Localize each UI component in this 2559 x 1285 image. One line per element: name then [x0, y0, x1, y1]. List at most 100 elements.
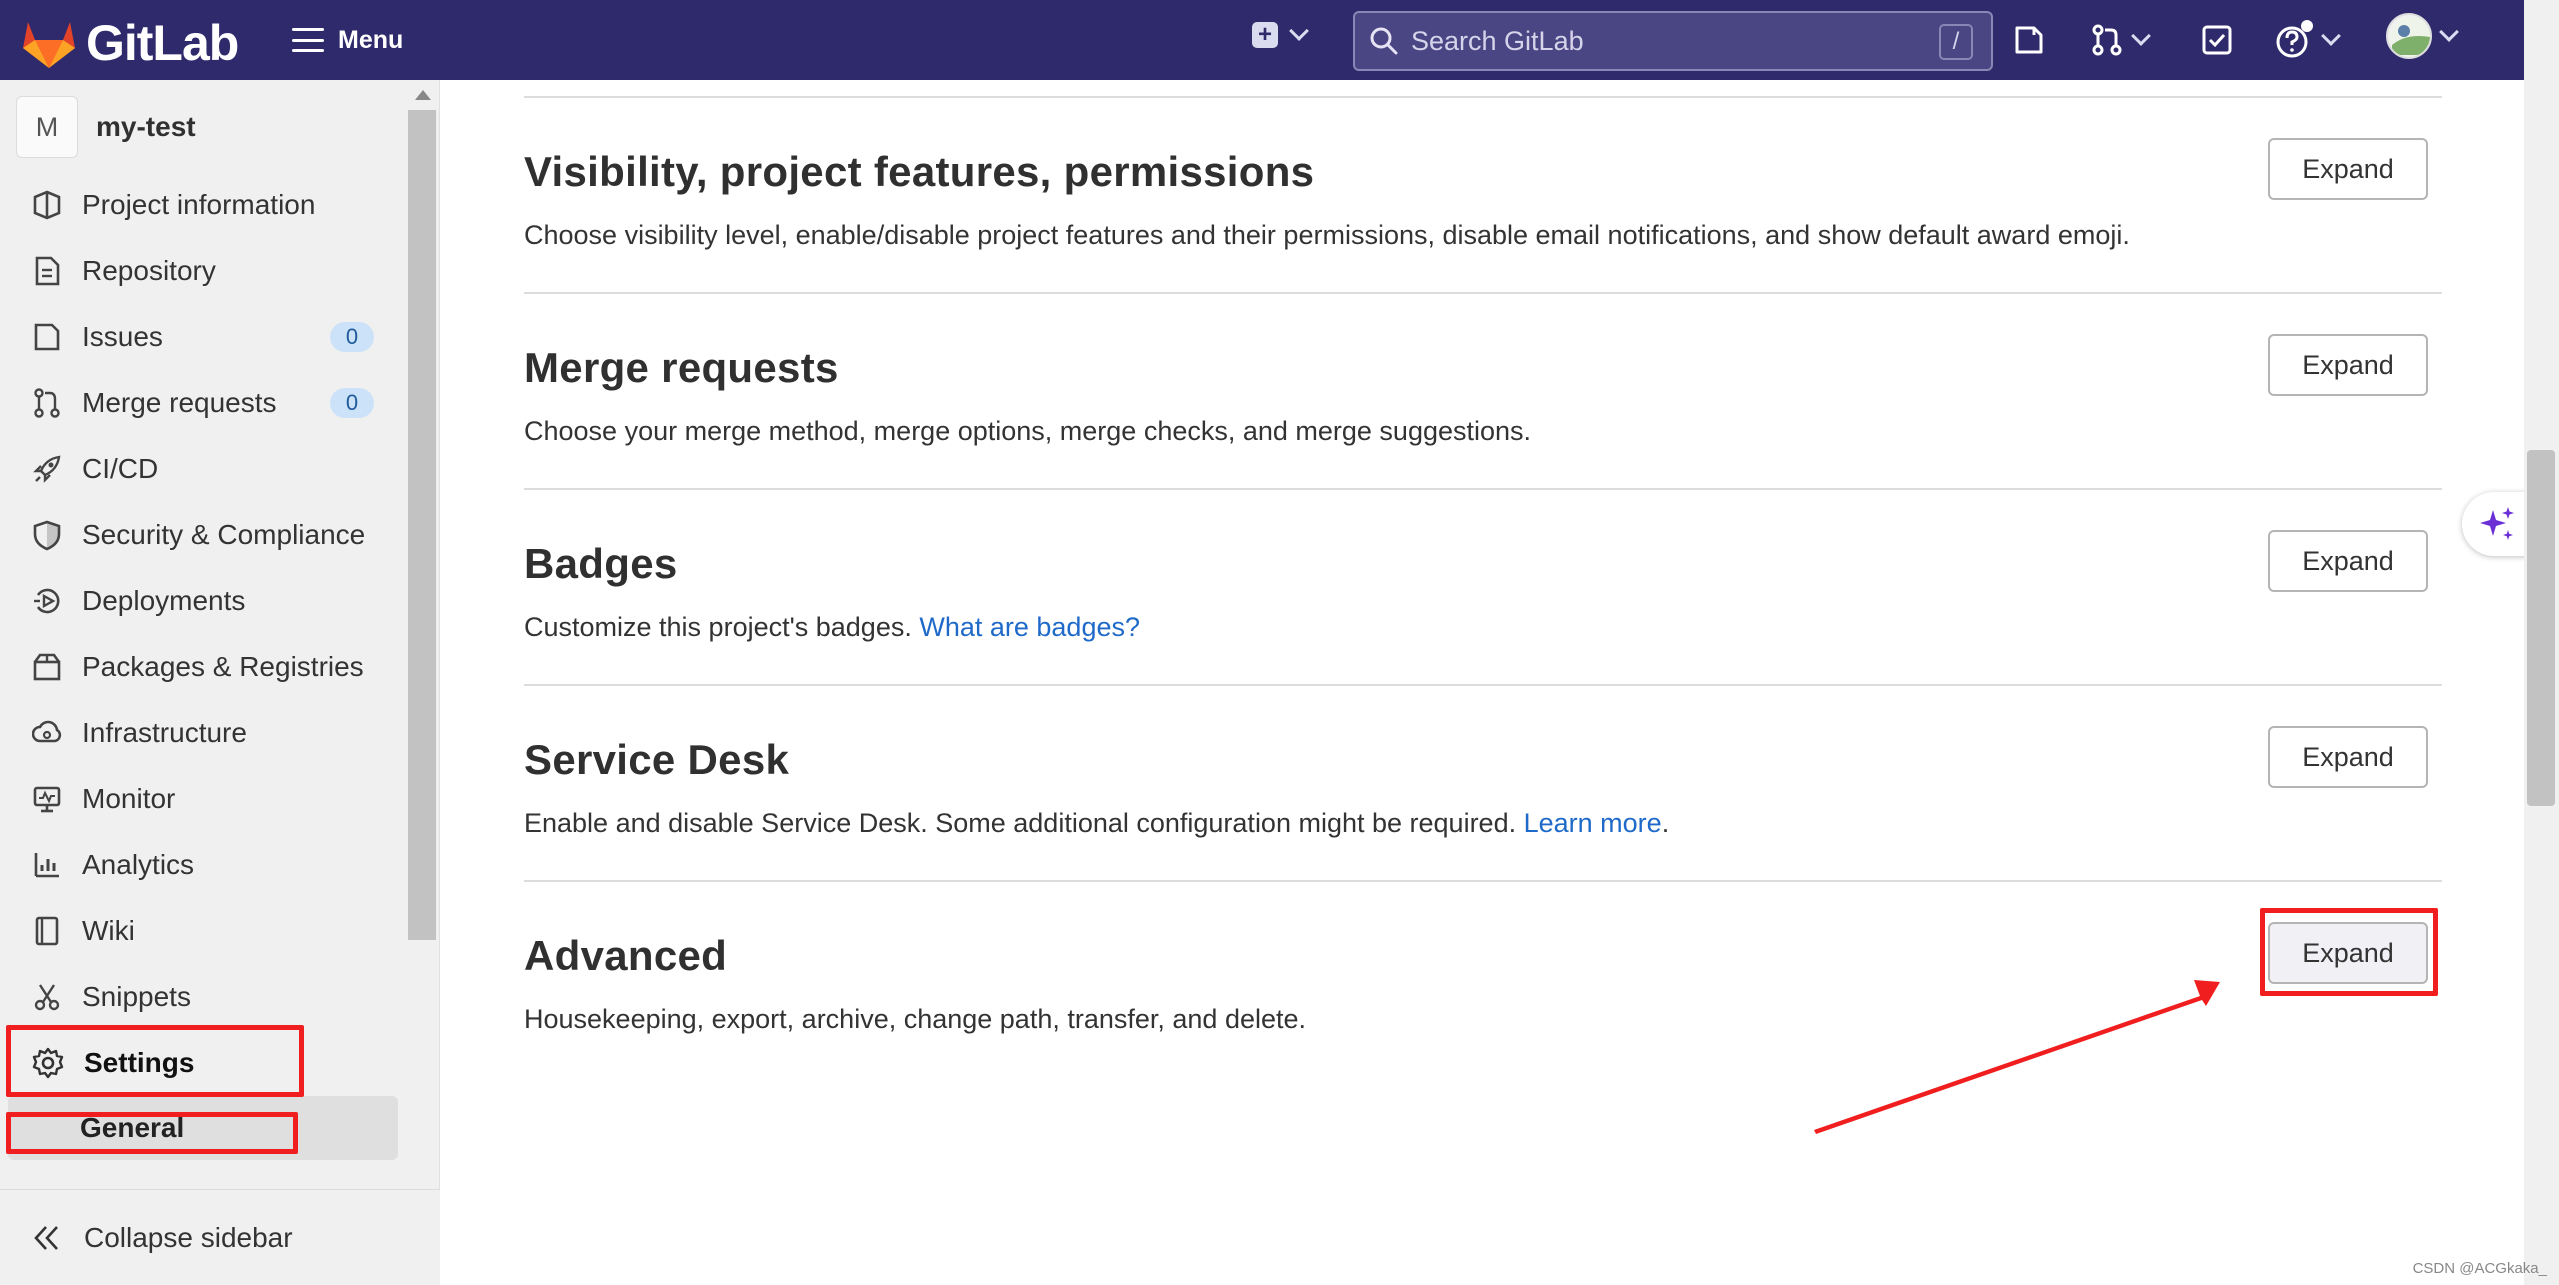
merge-requests-count-badge: 0 [330, 388, 374, 418]
sidebar-item-analytics[interactable]: Analytics [0, 832, 410, 898]
ai-assistant-button[interactable] [2462, 492, 2532, 556]
sidebar-item-label: Merge requests [82, 387, 277, 418]
wiki-icon [35, 916, 59, 946]
monitor-icon [33, 786, 61, 813]
search-input[interactable] [1411, 25, 1931, 57]
sidebar-item-issues[interactable]: Issues 0 [0, 304, 410, 370]
merge-requests-nav-button[interactable] [2090, 20, 2151, 60]
project-sidebar: M my-test Project information Repository… [0, 80, 440, 1285]
expand-button[interactable]: Expand [2268, 726, 2428, 788]
merge-request-icon [2092, 24, 2122, 56]
todos-nav-button[interactable] [2200, 20, 2234, 60]
section-title: Badges [524, 540, 678, 587]
section-title: Advanced [524, 932, 728, 979]
sidebar-item-label: Issues [82, 321, 163, 352]
infrastructure-icon [32, 720, 62, 743]
sidebar-item-snippets[interactable]: Snippets [0, 964, 410, 1030]
section-description: Enable and disable Service Desk. Some ad… [524, 808, 1670, 838]
gitlab-home-link[interactable]: GitLab [22, 14, 239, 72]
avatar [2386, 13, 2432, 59]
section-title: Service Desk [524, 736, 790, 783]
sidebar-nav: Project information Repository Issues 0 … [0, 172, 410, 1160]
learn-more-link[interactable]: Learn more [1524, 808, 1662, 838]
settings-section-merge-requests: Merge requests Choose your merge method,… [524, 292, 2442, 488]
project-header[interactable]: M my-test [16, 96, 196, 158]
sidebar-item-infrastructure[interactable]: Infrastructure [0, 700, 410, 766]
sidebar-item-label: Monitor [82, 783, 176, 814]
sidebar-item-label: Analytics [82, 849, 195, 880]
user-menu-button[interactable] [2386, 13, 2459, 59]
sidebar-item-label: Repository [82, 255, 216, 286]
sidebar-item-label: CI/CD [82, 453, 159, 484]
chevron-down-icon [1289, 21, 1309, 41]
sidebar-scrollbar-thumb[interactable] [408, 110, 436, 940]
annotation-highlight-settings [6, 1025, 304, 1097]
package-icon [33, 653, 61, 681]
watermark: CSDN @ACGkaka_ [2412, 1260, 2547, 1277]
analytics-icon [34, 853, 59, 878]
issues-icon [2015, 26, 2043, 54]
project-avatar: M [16, 96, 78, 158]
hamburger-icon [292, 28, 324, 52]
sidebar-item-label: Wiki [82, 915, 135, 946]
gitlab-logo-icon [23, 22, 75, 68]
merge-requests-icon [34, 388, 60, 418]
sidebar-item-merge-requests[interactable]: Merge requests 0 [0, 370, 410, 436]
sidebar-item-security-compliance[interactable]: Security & Compliance [0, 502, 410, 568]
chevron-down-icon [2439, 22, 2459, 42]
menu-button[interactable]: Menu [292, 20, 403, 60]
sparkles-icon [2480, 507, 2514, 540]
expand-button[interactable]: Expand [2268, 530, 2428, 592]
project-information-icon [33, 190, 61, 220]
settings-section-service-desk: Service Desk Enable and disable Service … [524, 684, 2442, 880]
annotation-highlight-general [6, 1112, 298, 1154]
todo-icon [2202, 25, 2232, 55]
section-description: Housekeeping, export, archive, change pa… [524, 1004, 1307, 1034]
sidebar-item-ci-cd[interactable]: CI/CD [0, 436, 410, 502]
section-title: Merge requests [524, 344, 839, 391]
new-dropdown-button[interactable]: + [1252, 21, 1309, 48]
issues-count-badge: 0 [330, 322, 374, 352]
expand-button[interactable]: Expand [2268, 334, 2428, 396]
menu-label: Menu [338, 25, 404, 54]
double-chevron-left-icon [34, 1225, 58, 1250]
page-scrollbar-thumb[interactable] [2527, 450, 2555, 806]
search-shortcut-hint: / [1939, 24, 1973, 60]
collapse-sidebar-button[interactable]: Collapse sidebar [0, 1189, 440, 1285]
help-nav-button[interactable] [2274, 20, 2341, 60]
repository-icon [35, 256, 60, 286]
issues-nav-button[interactable] [2012, 20, 2046, 60]
scroll-up-arrow-icon[interactable] [415, 90, 431, 100]
sidebar-item-label: Snippets [82, 981, 191, 1012]
sidebar-item-label: Infrastructure [82, 717, 247, 748]
sidebar-item-repository[interactable]: Repository [0, 238, 410, 304]
issues-icon [34, 323, 60, 351]
chevron-down-icon [2321, 26, 2341, 46]
brand-name: GitLab [86, 15, 239, 71]
sidebar-item-packages-registries[interactable]: Packages & Registries [0, 634, 410, 700]
settings-section-visibility: Visibility, project features, permission… [524, 96, 2442, 292]
rocket-icon [33, 455, 61, 483]
plus-icon: + [1252, 22, 1278, 48]
chevron-down-icon [2131, 26, 2151, 46]
project-name: my-test [96, 111, 196, 142]
sidebar-item-deployments[interactable]: Deployments [0, 568, 410, 634]
what-are-badges-link[interactable]: What are badges? [919, 612, 1140, 642]
search-box[interactable]: / [1353, 11, 1993, 71]
sidebar-item-project-information[interactable]: Project information [0, 172, 410, 238]
annotation-arrow-icon [1814, 980, 2220, 1134]
sidebar-item-monitor[interactable]: Monitor [0, 766, 410, 832]
sidebar-item-wiki[interactable]: Wiki [0, 898, 410, 964]
top-navbar: GitLab Menu + / [0, 0, 2559, 80]
expand-button[interactable]: Expand [2268, 138, 2428, 200]
section-description: Choose visibility level, enable/disable … [524, 220, 2130, 250]
settings-section-badges: Badges Customize this project's badges. … [524, 488, 2442, 684]
sidebar-item-label: Security & Compliance [82, 519, 366, 550]
section-description: Choose your merge method, merge options,… [524, 416, 1532, 446]
annotation-highlight-advanced-expand [2260, 908, 2438, 996]
section-description: Customize this project's badges. What ar… [524, 612, 1140, 642]
snippets-icon [34, 984, 60, 1011]
help-icon [2276, 20, 2313, 58]
sidebar-item-label: Deployments [82, 585, 246, 616]
sidebar-item-label: Packages & Registries [82, 651, 364, 682]
